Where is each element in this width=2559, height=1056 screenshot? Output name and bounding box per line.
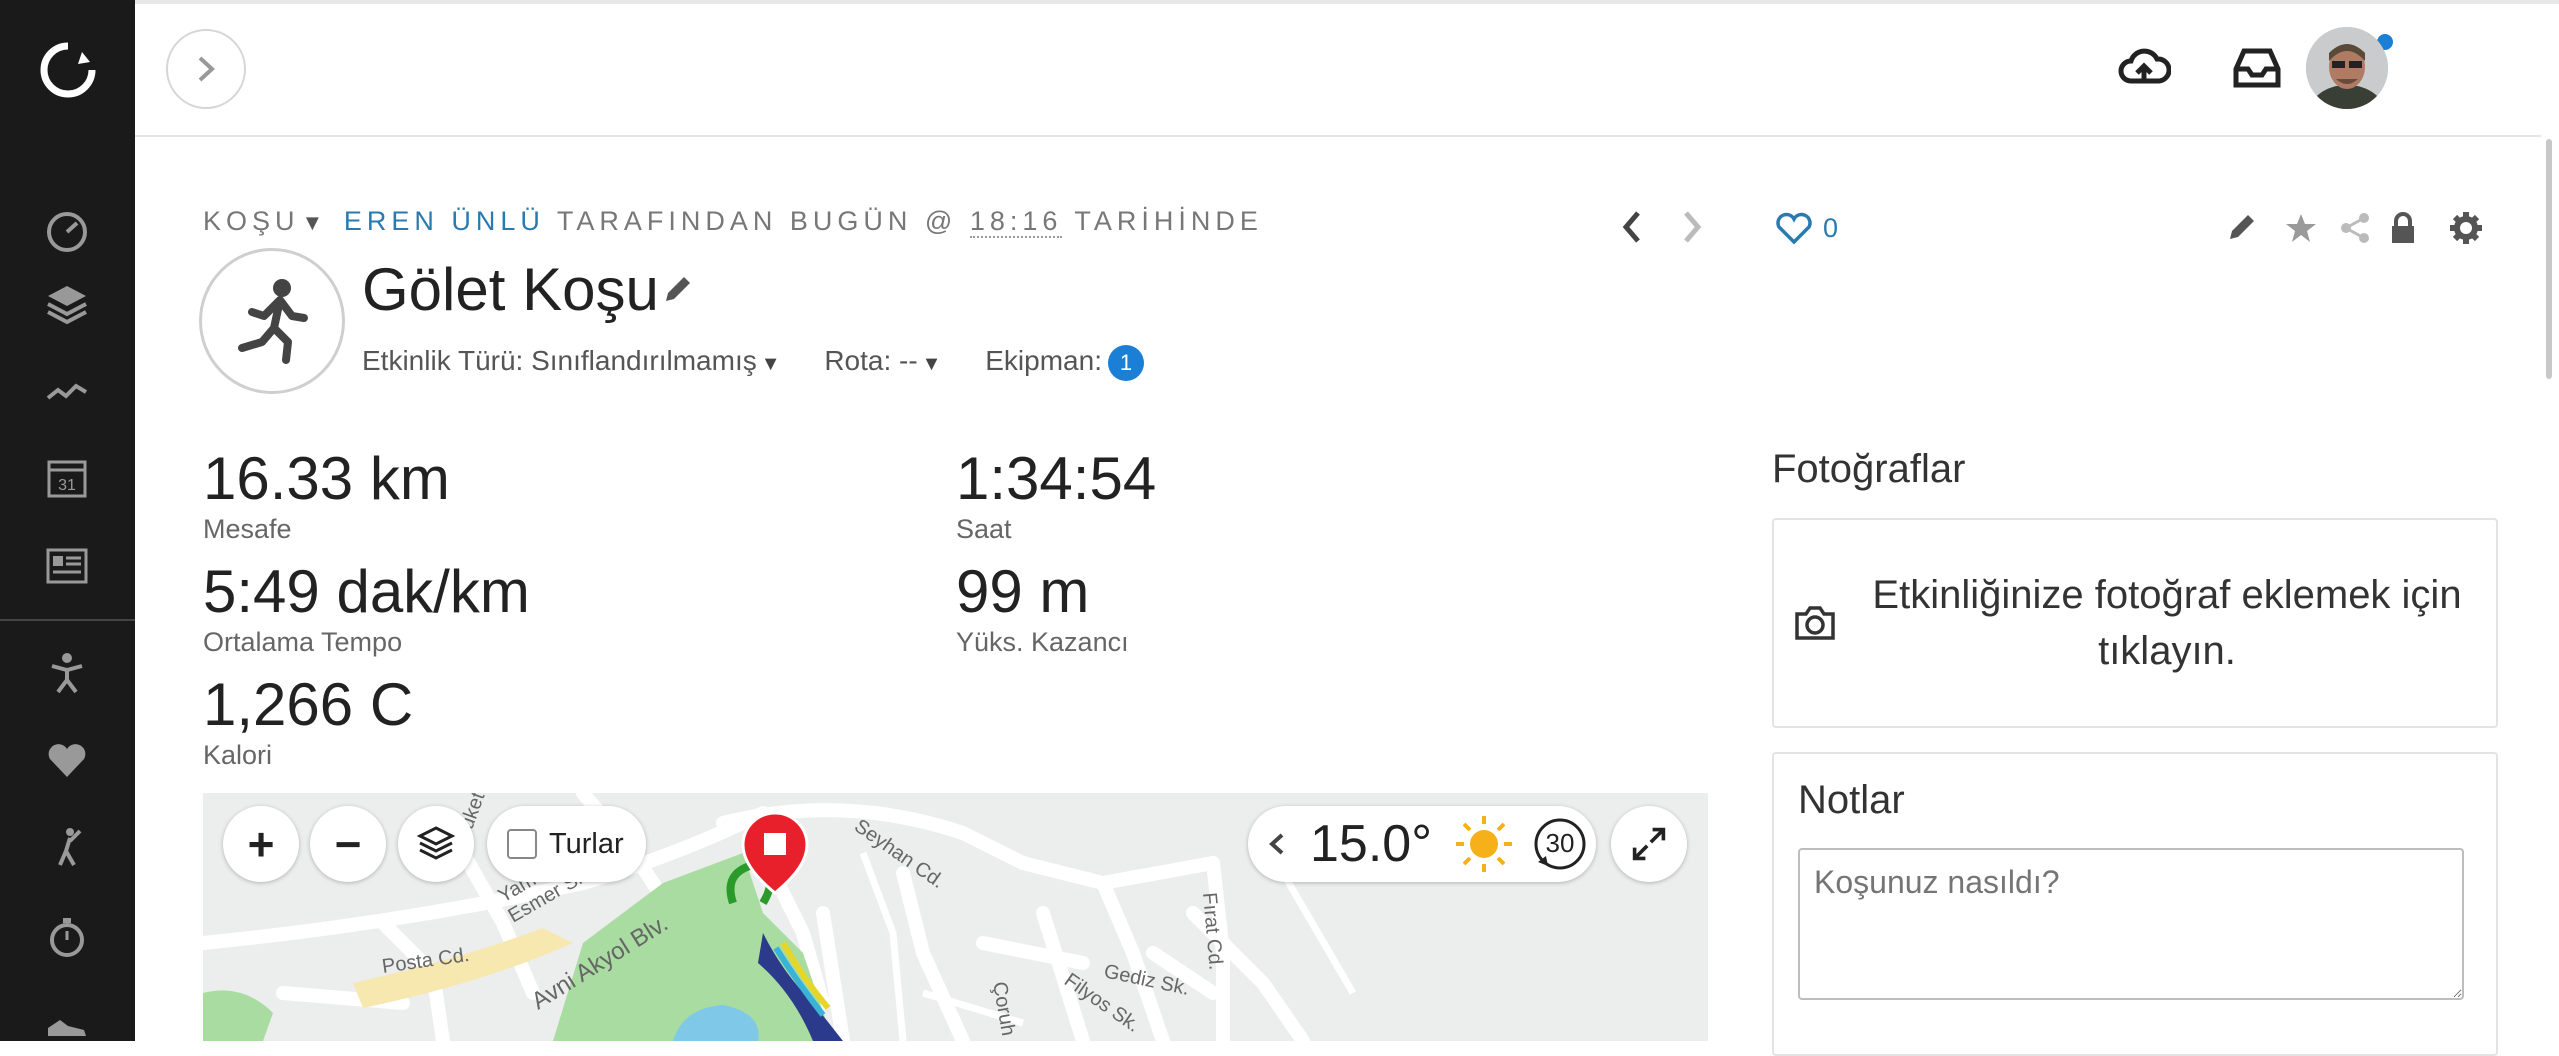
favorite-star-icon[interactable]: [2281, 208, 2321, 248]
stat-value: 1:34:54: [956, 445, 1157, 512]
edit-pencil-icon[interactable]: [2221, 208, 2261, 248]
activity-meta-row: Etkinlik Türü: Sınıflandırılmamış ▼ Rota:…: [362, 345, 1180, 381]
heart-outline-icon: [1776, 212, 1812, 245]
scrollbar-thumb[interactable]: [2546, 139, 2552, 379]
add-photo-area[interactable]: Etkinliğinize fotoğraf eklemek için tıkl…: [1772, 518, 2498, 728]
laps-label: Turlar: [549, 827, 624, 860]
svg-text:31: 31: [58, 477, 76, 494]
stat-value: 5:49 dak/km: [203, 558, 530, 625]
edit-title-pencil-icon[interactable]: [662, 273, 694, 305]
fullscreen-button[interactable]: [1611, 806, 1687, 882]
dashboard-gauge-icon[interactable]: [42, 205, 92, 255]
user-avatar[interactable]: [2306, 27, 2388, 109]
equipment-label: Ekipman:: [985, 345, 1102, 377]
route-label: Rota: --: [824, 345, 918, 377]
like-count: 0: [1823, 212, 1839, 243]
date-suffix: TARİHİNDE: [1074, 206, 1263, 236]
page-scrollbar[interactable]: [2541, 135, 2559, 1041]
activity-person-icon[interactable]: [42, 648, 92, 698]
caret-down-icon: ▼: [760, 353, 781, 376]
sun-icon: [1456, 816, 1513, 872]
stat-distance: 16.33 km Mesafe: [203, 448, 450, 545]
laps-toggle[interactable]: Turlar: [487, 806, 646, 882]
activity-breadcrumb: KOŞU▼ EREN ÜNLÜ TARAFINDAN BUGÜN @ 18:16…: [203, 206, 1263, 238]
share-icon[interactable]: [2335, 208, 2375, 248]
inbox-icon[interactable]: [2227, 38, 2287, 98]
temperature: 15.0°: [1310, 815, 1433, 873]
stat-value: 16.33 km: [203, 445, 450, 512]
stat-time: 1:34:54 Saat: [956, 448, 1156, 545]
notes-heading: Notlar: [1798, 778, 1905, 822]
expand-icon: [1632, 827, 1666, 861]
add-photo-prompt: Etkinliğinize fotoğraf eklemek için tıkl…: [1872, 573, 2462, 673]
insights-line-icon[interactable]: [42, 366, 92, 416]
photos-heading: Fotoğraflar: [1772, 447, 1966, 491]
previous-activity-button[interactable]: [1618, 205, 1646, 249]
privacy-lock-icon[interactable]: [2383, 208, 2423, 248]
author-link[interactable]: EREN ÜNLÜ: [344, 206, 545, 236]
caret-down-icon: ▼: [921, 353, 942, 376]
activity-type-link[interactable]: KOŞU: [203, 206, 300, 236]
zoom-out-button[interactable]: −: [310, 806, 386, 882]
expand-sidebar-button[interactable]: [166, 29, 246, 109]
weather-widget[interactable]: 15.0° 30: [1248, 806, 1596, 882]
stat-label: Saat: [956, 514, 1012, 544]
activity-type-label: Etkinlik Türü: Sınıflandırılmamış: [362, 345, 757, 377]
upload-cloud-icon[interactable]: [2114, 38, 2174, 98]
stat-value: 1,266 C: [203, 671, 414, 738]
equipment-count-badge: 1: [1107, 345, 1144, 381]
route-dropdown[interactable]: Rota: -- ▼: [824, 345, 941, 376]
golf-icon[interactable]: [42, 823, 92, 873]
stat-label: Yüks. Kazancı: [956, 627, 1129, 657]
top-shadow: [135, 0, 2559, 4]
wind-speed: 30: [1545, 828, 1575, 858]
stat-label: Mesafe: [203, 514, 292, 544]
health-heart-icon[interactable]: [42, 735, 92, 785]
map-layers-button[interactable]: [398, 806, 474, 882]
sidebar: 31: [0, 0, 135, 1041]
equipment-link[interactable]: Ekipman: 1: [985, 345, 1144, 381]
notes-textarea[interactable]: [1798, 848, 2464, 1000]
stat-calories: 1,266 C Kalori: [203, 674, 413, 771]
news-feed-icon[interactable]: [42, 540, 92, 590]
stat-label: Kalori: [203, 740, 273, 770]
caret-down-icon[interactable]: ▼: [302, 210, 324, 235]
calendar-icon[interactable]: 31: [42, 452, 92, 502]
activity-time: 18:16: [969, 206, 1063, 238]
layers-icon[interactable]: [42, 278, 92, 328]
chevron-right-icon: [198, 56, 215, 82]
camera-icon: [1795, 606, 1835, 640]
chevron-left-icon[interactable]: [1266, 829, 1288, 859]
sidebar-divider: [0, 619, 135, 621]
stat-avg-pace: 5:49 dak/km Ortalama Tempo: [203, 561, 530, 658]
next-activity-button[interactable]: [1678, 205, 1706, 249]
running-person-icon: [238, 279, 308, 364]
stat-label: Ortalama Tempo: [203, 627, 403, 657]
laps-checkbox[interactable]: [507, 829, 537, 859]
activity-type-circle: [199, 248, 345, 394]
stat-value: 99 m: [956, 558, 1090, 625]
settings-gear-icon[interactable]: [2446, 208, 2486, 248]
layers-icon: [416, 826, 456, 860]
activity-type-dropdown[interactable]: Etkinlik Türü: Sınıflandırılmamış ▼: [362, 345, 781, 376]
zoom-in-button[interactable]: +: [223, 806, 299, 882]
by-today-text: TARAFINDAN BUGÜN @: [556, 206, 958, 236]
notes-panel: Notlar: [1772, 752, 2498, 1056]
wind-indicator: 30: [1532, 816, 1588, 872]
stat-elevation-gain: 99 m Yüks. Kazancı: [956, 561, 1129, 658]
shoe-icon[interactable]: [42, 996, 92, 1046]
activity-title: Gölet Koşu: [362, 256, 659, 323]
connect-logo-icon[interactable]: [38, 40, 98, 100]
top-bar: [135, 0, 2559, 137]
like-button[interactable]: 0: [1775, 211, 1838, 245]
stopwatch-icon[interactable]: [42, 912, 92, 962]
